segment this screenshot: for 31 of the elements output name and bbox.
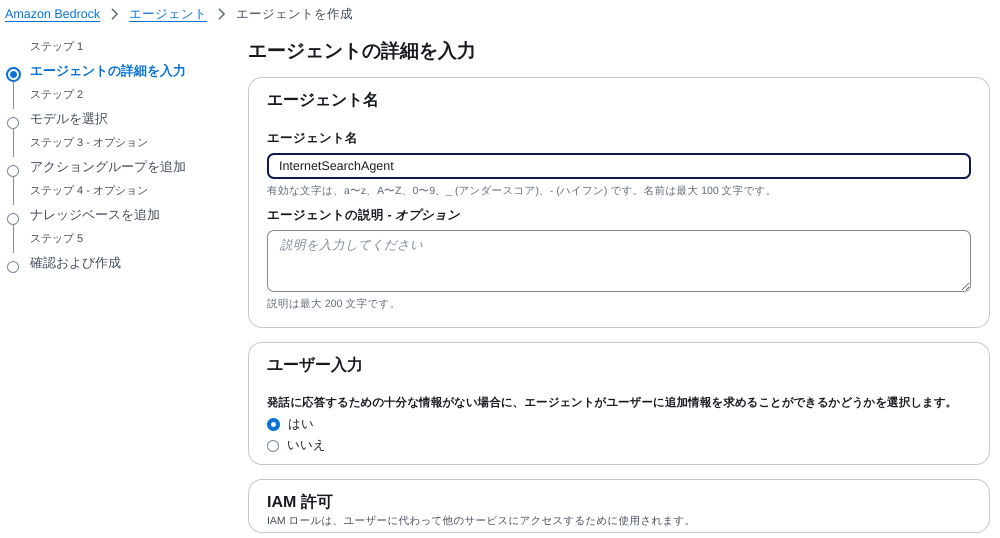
page-title: エージェントの詳細を入力: [248, 40, 477, 64]
name-input-field[interactable]: InternetSearchAgent: [267, 153, 971, 179]
card-title: エージェント名: [267, 90, 380, 111]
step-link[interactable]: ナレッジベースを追加: [30, 206, 246, 231]
step-label: ステップ 3 - オプション: [30, 136, 149, 151]
radio-button[interactable]: [267, 418, 280, 431]
field-label: エージェントの説明 - オプション: [267, 207, 462, 224]
chevron-right-icon: [110, 8, 120, 20]
question-text: 発話に応答するための十分な情報がない場合に、エージェントがユーザーに追加情報を求めることができるかどうかを選択します。: [267, 395, 958, 410]
card-title: IAM 許可: [267, 492, 334, 513]
card-description: IAM ロールは、ユーザーに代わって他のサービスにアクセスするために使用されます。: [267, 514, 697, 528]
field-label: エージェント名: [267, 130, 359, 147]
step-link[interactable]: モデルを選択: [30, 110, 246, 135]
radio-button[interactable]: [267, 440, 279, 452]
field-hint: 有効な文字は、a〜z、A〜Z、0〜9、_ (アンダースコア)、- (ハイフン) です。名前は最大 100 文字です。: [267, 184, 778, 198]
description-input-field[interactable]: 説明を入力してください: [267, 230, 971, 292]
step-label: ステップ 4 - オプション: [30, 184, 149, 199]
breadcrumb-current: エージェントを作成: [236, 6, 354, 22]
field-hint: 説明は最大 200 文字です。: [267, 297, 402, 311]
breadcrumb-link[interactable]: エージェント: [129, 6, 208, 22]
card-title: ユーザー入力: [267, 355, 364, 376]
radio-label[interactable]: はい: [288, 416, 314, 433]
radio-label[interactable]: いいえ: [287, 437, 326, 454]
step-link[interactable]: エージェントの詳細を入力: [30, 62, 246, 87]
step-label: ステップ 5: [30, 232, 84, 247]
breadcrumb-link[interactable]: Amazon Bedrock: [5, 7, 100, 21]
step-label: ステップ 2: [30, 88, 84, 103]
chevron-right-icon: [217, 8, 226, 20]
step-label: ステップ 1: [30, 40, 84, 55]
step-link[interactable]: アクショングループを追加: [30, 158, 246, 183]
step-link[interactable]: 確認および作成: [30, 254, 246, 279]
